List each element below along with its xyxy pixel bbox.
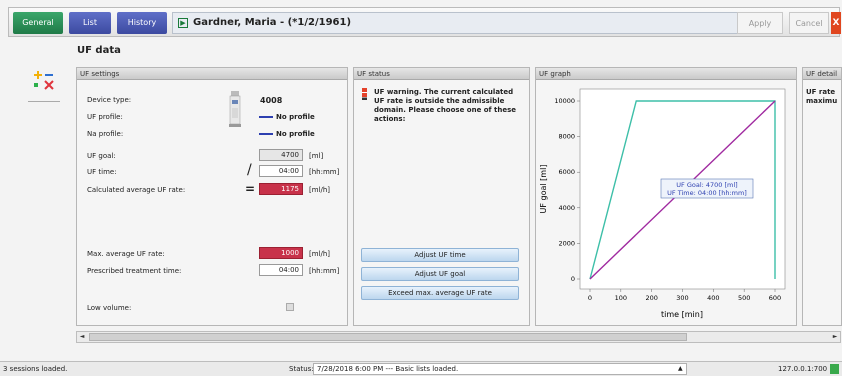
patient-name: Gardner, Maria - (*1/2/1961): [193, 17, 352, 28]
treatment-time-unit: [hh:mm]: [309, 267, 340, 275]
treatment-time-label: Prescribed treatment time:: [87, 267, 182, 275]
tab-general[interactable]: General: [13, 12, 63, 34]
uf-settings-panel: UF settings Device type: 4008 UF profile…: [76, 67, 348, 326]
adjust-uf-goal-button[interactable]: Adjust UF goal: [361, 267, 519, 281]
y-axis-label: UF goal [ml]: [539, 165, 548, 214]
uf-chart: 0 100 200 300 400 500 600 0 2000 4000 6000 8000 100…: [539, 88, 786, 319]
uf-detail-panel: UF detail UF rate maximu: [802, 67, 842, 326]
na-profile-label: Na profile:: [87, 130, 124, 138]
na-profile-value[interactable]: No profile: [259, 130, 315, 138]
na-profile-text: No profile: [276, 130, 315, 138]
y-tick-label: 4000: [558, 204, 575, 212]
scroll-left-icon[interactable]: ◄: [77, 332, 87, 342]
uf-graph-panel: UF graph 0 100 200 300 400 500 600 0 2000 4000 60…: [535, 67, 797, 326]
calc-rate-label: Calculated average UF rate:: [87, 186, 186, 194]
uf-data-icon: [34, 71, 54, 90]
apply-button[interactable]: Apply: [737, 12, 783, 34]
page-title: UF data: [77, 45, 121, 56]
uf-goal-field[interactable]: 4700: [259, 149, 303, 161]
low-volume-checkbox[interactable]: [286, 303, 294, 311]
tab-list[interactable]: List: [69, 12, 111, 34]
tooltip-goal: UF Goal: 4700 [ml]: [676, 181, 737, 189]
x-tick-label: 400: [707, 294, 719, 302]
calc-rate-field: 1175: [259, 183, 303, 195]
x-tick-label: 0: [588, 294, 592, 302]
x-axis-label: time [min]: [661, 310, 703, 319]
device-type-label: Device type:: [87, 96, 132, 104]
sessions-status: 3 sessions loaded.: [3, 365, 68, 373]
low-volume-label: Low volume:: [87, 304, 132, 312]
app-window: General List History ▶ Gardner, Maria - …: [0, 0, 842, 361]
status-text: 7/28/2018 6:00 PM --- Basic lists loaded…: [317, 365, 459, 373]
profile-line-icon: [259, 116, 273, 118]
dialysis-machine-icon: [229, 91, 241, 127]
uf-time-label: UF time:: [87, 168, 117, 176]
treatment-time-field[interactable]: 04:00: [259, 264, 303, 276]
warning-icon: [362, 88, 367, 100]
close-button[interactable]: X: [831, 12, 841, 34]
uf-status-panel: UF status UF warning. The current calcul…: [353, 67, 530, 326]
uf-time-unit: [hh:mm]: [309, 168, 340, 176]
uf-profile-text: No profile: [276, 113, 315, 121]
y-tick-label: 10000: [554, 97, 575, 105]
top-toolbar: General List History ▶ Gardner, Maria - …: [8, 7, 841, 37]
scroll-right-icon[interactable]: ►: [830, 332, 840, 342]
max-rate-label: Max. average UF rate:: [87, 250, 165, 258]
adjust-uf-time-button[interactable]: Adjust UF time: [361, 248, 519, 262]
uf-goal-label: UF goal:: [87, 152, 116, 160]
x-tick-label: 200: [645, 294, 657, 302]
status-message: 7/28/2018 6:00 PM --- Basic lists loaded…: [313, 363, 687, 375]
divide-symbol: /: [247, 162, 252, 178]
scrollbar-thumb[interactable]: [89, 333, 687, 341]
x-tick-label: 600: [769, 294, 781, 302]
patient-expand-icon[interactable]: ▶: [178, 18, 188, 28]
horizontal-scrollbar[interactable]: ◄ ►: [76, 331, 841, 343]
max-rate-unit: [ml/h]: [309, 250, 331, 258]
uf-detail-line2: maximu: [806, 97, 838, 105]
y-tick-label: 0: [571, 275, 575, 283]
y-tick-label: 2000: [558, 239, 575, 247]
x-tick-label: 100: [615, 294, 627, 302]
warning-message: UF warning. The current calculated UF ra…: [374, 88, 517, 123]
cancel-button[interactable]: Cancel: [789, 12, 829, 34]
uf-time-field[interactable]: 04:00: [259, 165, 303, 177]
equals-symbol: =: [245, 182, 256, 196]
x-tick-label: 300: [676, 294, 688, 302]
uf-graph-header: UF graph: [536, 68, 796, 80]
exceed-max-rate-button[interactable]: Exceed max. average UF rate: [361, 286, 519, 300]
uf-detail-line1: UF rate: [806, 88, 836, 96]
uf-profile-label: UF profile:: [87, 113, 123, 121]
y-tick-label: 8000: [558, 133, 575, 141]
profile-line-icon: [259, 133, 273, 135]
status-bar: 3 sessions loaded. Status: 7/28/2018 6:0…: [0, 361, 842, 376]
uf-profile-value[interactable]: No profile: [259, 113, 315, 121]
side-divider: [28, 101, 60, 102]
status-label: Status:: [289, 365, 314, 373]
uf-goal-unit: [ml]: [309, 152, 324, 160]
patient-header: ▶ Gardner, Maria - (*1/2/1961): [172, 12, 767, 34]
calc-rate-unit: [ml/h]: [309, 186, 331, 194]
tab-history[interactable]: History: [117, 12, 167, 34]
connection-indicator-icon: [830, 364, 839, 374]
uf-detail-text: UF rate maximu: [806, 88, 837, 106]
device-type-value: 4008: [260, 96, 283, 105]
uf-status-header: UF status: [354, 68, 529, 80]
max-rate-field[interactable]: 1000: [259, 247, 303, 259]
tooltip-time: UF Time: 04:00 [hh:mm]: [667, 189, 747, 197]
server-address: 127.0.0.1:700: [778, 365, 828, 373]
x-tick-label: 500: [738, 294, 750, 302]
uf-detail-header: UF detail: [803, 68, 841, 80]
y-tick-label: 6000: [558, 168, 575, 176]
status-expand-icon[interactable]: ▲: [678, 364, 683, 374]
uf-settings-header: UF settings: [77, 68, 347, 80]
